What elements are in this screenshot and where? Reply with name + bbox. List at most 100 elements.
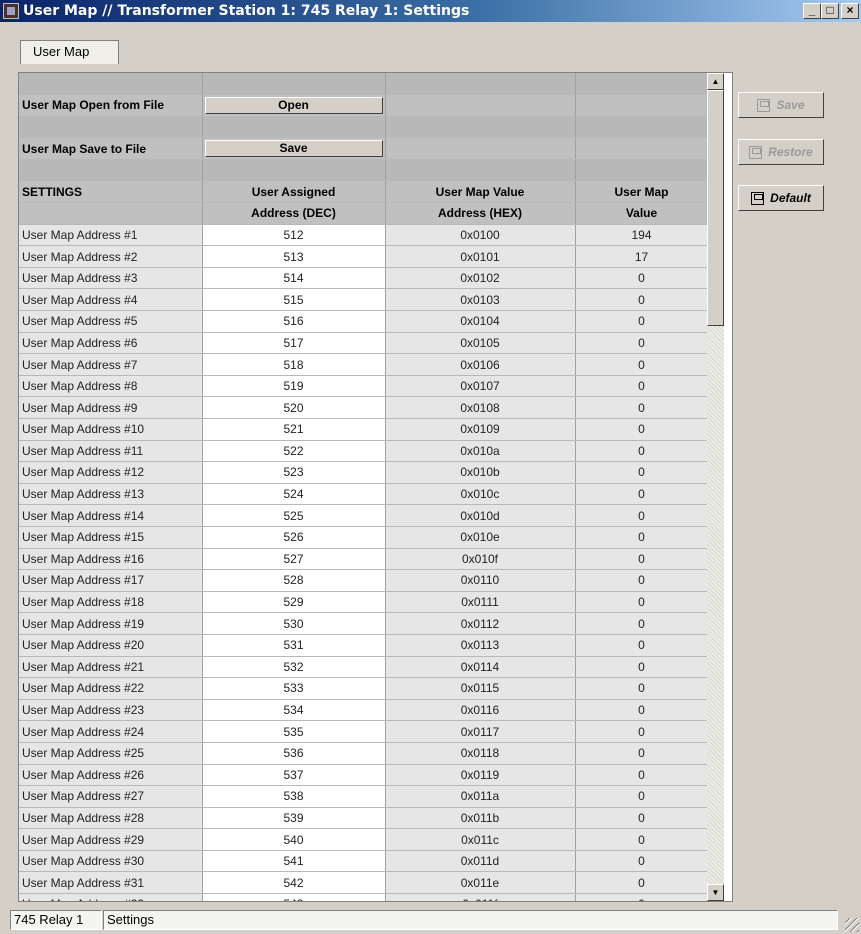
table-row[interactable]: User Map Address #20 531 0x0113 0 (19, 634, 709, 657)
table-row[interactable]: User Map Address #16 527 0x010f 0 (19, 548, 709, 571)
table-row[interactable]: User Map Address #325430x011f0 (19, 893, 709, 901)
table-row[interactable]: User Map Address #30 541 0x011d 0 (19, 850, 709, 873)
table-row[interactable]: User Map Address #11 522 0x010a 0 (19, 440, 709, 463)
dec-address-cell[interactable]: 516 (202, 310, 386, 333)
dec-address-cell[interactable]: 539 (202, 807, 386, 830)
open-button[interactable]: Open (204, 96, 383, 114)
dec-address-cell[interactable]: 527 (202, 548, 386, 571)
dec-address-cell[interactable]: 543 (202, 893, 386, 901)
dec-address-cell[interactable]: 513 (202, 245, 386, 268)
table-row[interactable]: User Map Address #18 529 0x0111 0 (19, 591, 709, 614)
maximize-button[interactable]: □ (821, 3, 839, 19)
dec-address-cell[interactable]: 537 (202, 764, 386, 787)
blank-row (19, 73, 709, 96)
dec-address-cell[interactable]: 532 (202, 656, 386, 679)
dec-address-cell[interactable]: 519 (202, 375, 386, 398)
table-row[interactable]: User Map Address #7 518 0x0106 0 (19, 353, 709, 376)
minimize-button[interactable]: _ (803, 3, 821, 19)
dec-address-cell[interactable]: 517 (202, 332, 386, 355)
scroll-up-icon[interactable]: ▲ (707, 73, 724, 90)
hex-address-cell: 0x0106 (385, 353, 576, 376)
save-button[interactable]: Save (738, 92, 824, 118)
dec-address-cell[interactable]: 512 (202, 224, 386, 247)
hex-address-cell: 0x0105 (385, 332, 576, 355)
col-header-hex-2: Address (HEX) (385, 202, 576, 225)
dec-address-cell[interactable]: 522 (202, 440, 386, 463)
dec-address-cell[interactable]: 529 (202, 591, 386, 614)
dec-address-cell[interactable]: 542 (202, 871, 386, 895)
resize-grip-icon[interactable] (845, 918, 859, 932)
table-row[interactable]: User Map Address #25 536 0x0118 0 (19, 742, 709, 765)
dec-address-cell[interactable]: 514 (202, 267, 386, 290)
dec-address-cell[interactable]: 520 (202, 396, 386, 419)
dec-address-cell[interactable]: 533 (202, 677, 386, 700)
default-button[interactable]: Default (738, 185, 824, 211)
dec-address-cell[interactable]: 534 (202, 699, 386, 722)
table-row[interactable]: User Map Address #19 530 0x0112 0 (19, 612, 709, 635)
setting-name: User Map Address #29 (19, 828, 203, 851)
table-row[interactable]: User Map Address #9 520 0x0108 0 (19, 396, 709, 419)
hex-address-cell: 0x011a (385, 785, 576, 808)
table-row[interactable]: User Map Address #17 528 0x0110 0 (19, 569, 709, 592)
dec-address-cell[interactable]: 518 (202, 353, 386, 376)
setting-name: User Map Address #9 (19, 396, 203, 419)
table-row[interactable]: User Map Address #2 513 0x0101 17 (19, 245, 709, 268)
col-header-settings: SETTINGS (19, 180, 203, 204)
table-row[interactable]: User Map Address #26 537 0x0119 0 (19, 764, 709, 787)
vertical-scrollbar[interactable]: ▲ ▼ (707, 73, 724, 901)
table-row[interactable]: User Map Address #21 532 0x0114 0 (19, 656, 709, 679)
table-row[interactable]: User Map Address #1 512 0x0100 194 (19, 224, 709, 247)
restore-button[interactable]: Restore (738, 139, 824, 165)
table-row[interactable]: User Map Address #29 540 0x011c 0 (19, 828, 709, 851)
table-row[interactable]: User Map Address #14 525 0x010d 0 (19, 504, 709, 527)
dec-address-cell[interactable]: 531 (202, 634, 386, 657)
table-row[interactable]: User Map Address #3 514 0x0102 0 (19, 267, 709, 290)
setting-name: User Map Address #1 (19, 224, 203, 247)
save-file-row: User Map Save to File Save (19, 137, 709, 160)
scroll-thumb[interactable] (707, 90, 724, 326)
table-row[interactable]: User Map Address #27 538 0x011a 0 (19, 785, 709, 808)
close-button[interactable]: × (841, 3, 859, 19)
table-row[interactable]: User Map Address #6 517 0x0105 0 (19, 332, 709, 355)
dec-address-cell[interactable]: 536 (202, 742, 386, 765)
value-cell: 0 (575, 526, 709, 549)
value-cell: 0 (575, 677, 709, 700)
value-cell: 0 (575, 871, 709, 895)
save-file-button[interactable]: Save (204, 140, 383, 158)
table-row[interactable]: User Map Address #24 535 0x0117 0 (19, 720, 709, 743)
window-title-bar[interactable]: User Map // Transformer Station 1: 745 R… (0, 0, 861, 22)
dec-address-cell[interactable]: 538 (202, 785, 386, 808)
table-row[interactable]: User Map Address #22 533 0x0115 0 (19, 677, 709, 700)
dec-address-cell[interactable]: 530 (202, 612, 386, 635)
hex-address-cell: 0x010b (385, 461, 576, 484)
table-row[interactable]: User Map Address #5 516 0x0104 0 (19, 310, 709, 333)
dec-address-cell[interactable]: 526 (202, 526, 386, 549)
table-row[interactable]: User Map Address #31 542 0x011e 0 (19, 871, 709, 895)
table-row[interactable]: User Map Address #23 534 0x0116 0 (19, 699, 709, 722)
table-row[interactable]: User Map Address #28 539 0x011b 0 (19, 807, 709, 830)
value-cell: 0 (575, 332, 709, 355)
setting-name: User Map Address #31 (19, 871, 203, 895)
dec-address-cell[interactable]: 521 (202, 418, 386, 441)
table-row[interactable]: User Map Address #8 519 0x0107 0 (19, 375, 709, 398)
value-cell: 0 (575, 504, 709, 527)
table-row[interactable]: User Map Address #15 526 0x010e 0 (19, 526, 709, 549)
dec-address-cell[interactable]: 540 (202, 828, 386, 851)
default-button-label: Default (770, 191, 811, 205)
table-row[interactable]: User Map Address #13 524 0x010c 0 (19, 483, 709, 506)
table-row[interactable]: User Map Address #10 521 0x0109 0 (19, 418, 709, 441)
scroll-down-icon[interactable]: ▼ (707, 884, 724, 901)
tab-user-map[interactable]: User Map (20, 40, 119, 64)
dec-address-cell[interactable]: 525 (202, 504, 386, 527)
dec-address-cell[interactable]: 535 (202, 720, 386, 743)
dec-address-cell[interactable]: 541 (202, 850, 386, 873)
table-row[interactable]: User Map Address #12 523 0x010b 0 (19, 461, 709, 484)
dec-address-cell[interactable]: 523 (202, 461, 386, 484)
hex-address-cell: 0x010a (385, 440, 576, 463)
value-cell: 0 (575, 418, 709, 441)
dec-address-cell[interactable]: 524 (202, 483, 386, 506)
dec-address-cell[interactable]: 515 (202, 288, 386, 312)
table-row[interactable]: User Map Address #4 515 0x0103 0 (19, 288, 709, 312)
dec-address-cell[interactable]: 528 (202, 569, 386, 592)
col-header-dec-2: Address (DEC) (202, 202, 386, 225)
